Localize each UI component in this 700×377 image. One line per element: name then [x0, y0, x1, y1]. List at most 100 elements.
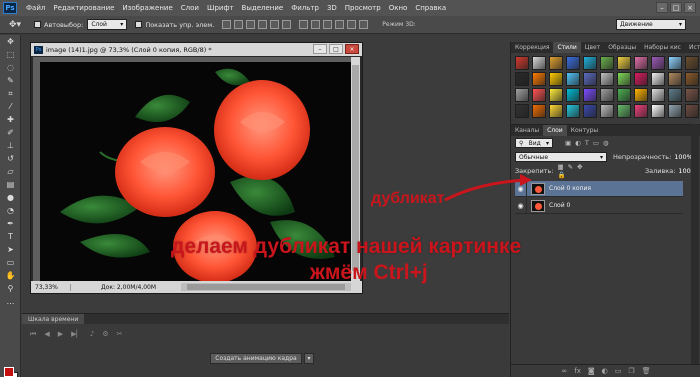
eyedropper-tool-icon[interactable]: ⁄ [0, 100, 21, 113]
style-swatch[interactable] [532, 56, 546, 70]
style-swatch[interactable] [515, 56, 529, 70]
document-titlebar[interactable]: Ps image (14)1.jpg @ 73,3% (Слой 0 копия… [31, 43, 362, 56]
align-left-icon[interactable] [258, 20, 268, 29]
lasso-tool-icon[interactable]: ◌ [0, 61, 21, 74]
tab-brush-presets[interactable]: Наборы кис [640, 42, 685, 53]
move-tool-preset-icon[interactable]: ✥▾ [4, 18, 26, 32]
style-swatch[interactable] [549, 88, 563, 102]
style-swatch[interactable] [617, 88, 631, 102]
foreground-color-swatch[interactable] [4, 367, 14, 377]
style-swatch[interactable] [583, 56, 597, 70]
style-swatch[interactable] [583, 72, 597, 86]
style-swatch[interactable] [549, 104, 563, 118]
style-swatch[interactable] [668, 104, 682, 118]
layer-row-copy[interactable]: ◉ Слой 0 копия [515, 180, 683, 197]
menu-3d[interactable]: 3D [323, 4, 341, 12]
panel-scrollbar[interactable] [691, 124, 699, 364]
style-swatch[interactable] [634, 104, 648, 118]
zoom-level[interactable]: 73,33% [31, 283, 71, 291]
menu-view[interactable]: Просмотр [341, 4, 385, 12]
audio-icon[interactable]: ♪ [90, 330, 94, 339]
distribute-vcenter-icon[interactable] [311, 20, 321, 29]
menu-file[interactable]: Файл [22, 4, 49, 12]
style-swatch[interactable] [651, 56, 665, 70]
style-swatch[interactable] [651, 72, 665, 86]
move-tool-icon[interactable]: ✥ [0, 35, 21, 48]
style-swatch[interactable] [566, 104, 580, 118]
menu-image[interactable]: Изображение [118, 4, 176, 12]
fx-icon[interactable]: fx [574, 367, 581, 375]
quick-select-tool-icon[interactable]: ✎ [0, 74, 21, 87]
style-swatch[interactable] [515, 72, 529, 86]
style-swatch[interactable] [668, 88, 682, 102]
doc-maximize-button[interactable]: □ [329, 44, 343, 54]
clone-stamp-icon[interactable]: ⊥ [0, 139, 21, 152]
style-swatch[interactable] [566, 56, 580, 70]
style-swatch[interactable] [549, 72, 563, 86]
play-icon[interactable]: ▶ [58, 330, 63, 339]
blend-mode-dropdown[interactable]: Обычные ▾ [515, 152, 607, 162]
gradient-tool-icon[interactable]: ▤ [0, 178, 21, 191]
style-swatch[interactable] [617, 72, 631, 86]
autoselect-dropdown[interactable]: Слой ▾ [87, 19, 128, 30]
style-swatch[interactable] [583, 104, 597, 118]
menu-help[interactable]: Справка [411, 4, 450, 12]
zoom-tool-icon[interactable]: ⚲ [0, 282, 21, 295]
doc-size-info[interactable]: Док: 2,00M/4,00M [71, 284, 156, 291]
style-swatch[interactable] [600, 104, 614, 118]
healing-brush-icon[interactable]: ✚ [0, 113, 21, 126]
align-top-icon[interactable] [222, 20, 232, 29]
align-bottom-icon[interactable] [246, 20, 256, 29]
style-swatch[interactable] [634, 72, 648, 86]
link-icon[interactable]: ∞ [561, 367, 567, 375]
filter-type-icons[interactable]: ▣◐T▭◍ [565, 139, 613, 147]
doc-minimize-button[interactable]: – [313, 44, 327, 54]
blur-tool-icon[interactable]: ● [0, 191, 21, 204]
tab-paths[interactable]: Контуры [567, 125, 602, 136]
maximize-button[interactable]: □ [670, 2, 682, 13]
chevron-down-icon[interactable]: ▾ [304, 353, 314, 364]
style-swatch[interactable] [651, 104, 665, 118]
pen-tool-icon[interactable]: ✒ [0, 217, 21, 230]
tab-styles[interactable]: Стили [553, 42, 581, 53]
hand-tool-icon[interactable]: ✋ [0, 269, 21, 282]
layer-row-base[interactable]: ◉ Слой 0 [515, 197, 683, 214]
style-swatch[interactable] [600, 72, 614, 86]
brush-tool-icon[interactable]: ✐ [0, 126, 21, 139]
distribute-left-icon[interactable] [335, 20, 345, 29]
style-swatch[interactable] [685, 72, 699, 86]
autoselect-checkbox[interactable] [34, 21, 41, 28]
menu-type[interactable]: Шрифт [203, 4, 238, 12]
adjustment-icon[interactable]: ◐ [602, 367, 608, 375]
style-swatch[interactable] [515, 104, 529, 118]
style-swatch[interactable] [617, 56, 631, 70]
style-swatch[interactable] [668, 56, 682, 70]
doc-close-button[interactable]: × [345, 44, 359, 54]
style-swatch[interactable] [685, 88, 699, 102]
distribute-right-icon[interactable] [359, 20, 369, 29]
menu-window[interactable]: Окно [385, 4, 412, 12]
workspace-dropdown[interactable]: Движение ▾ [616, 19, 686, 30]
menu-edit[interactable]: Редактирование [49, 4, 118, 12]
type-tool-icon[interactable]: T [0, 230, 21, 243]
style-swatch[interactable] [583, 88, 597, 102]
new-layer-icon[interactable]: ❐ [628, 367, 634, 375]
show-controls-checkbox[interactable] [135, 21, 143, 28]
minimize-button[interactable]: – [656, 2, 668, 13]
style-swatch[interactable] [617, 104, 631, 118]
eraser-tool-icon[interactable]: ▱ [0, 165, 21, 178]
distribute-top-icon[interactable] [299, 20, 309, 29]
style-swatch[interactable] [600, 56, 614, 70]
tab-adjustments[interactable]: Коррекция [511, 42, 553, 53]
cut-icon[interactable]: ✂ [117, 330, 123, 339]
style-swatch[interactable] [651, 88, 665, 102]
more-tools-icon[interactable]: … [0, 295, 21, 308]
path-select-icon[interactable]: ➤ [0, 243, 21, 256]
menu-layers[interactable]: Слои [177, 4, 203, 12]
style-swatch[interactable] [549, 56, 563, 70]
style-swatch[interactable] [634, 56, 648, 70]
close-button[interactable]: × [684, 2, 696, 13]
style-swatch[interactable] [634, 88, 648, 102]
style-swatch[interactable] [685, 104, 699, 118]
menu-filter[interactable]: Фильтр [287, 4, 323, 12]
